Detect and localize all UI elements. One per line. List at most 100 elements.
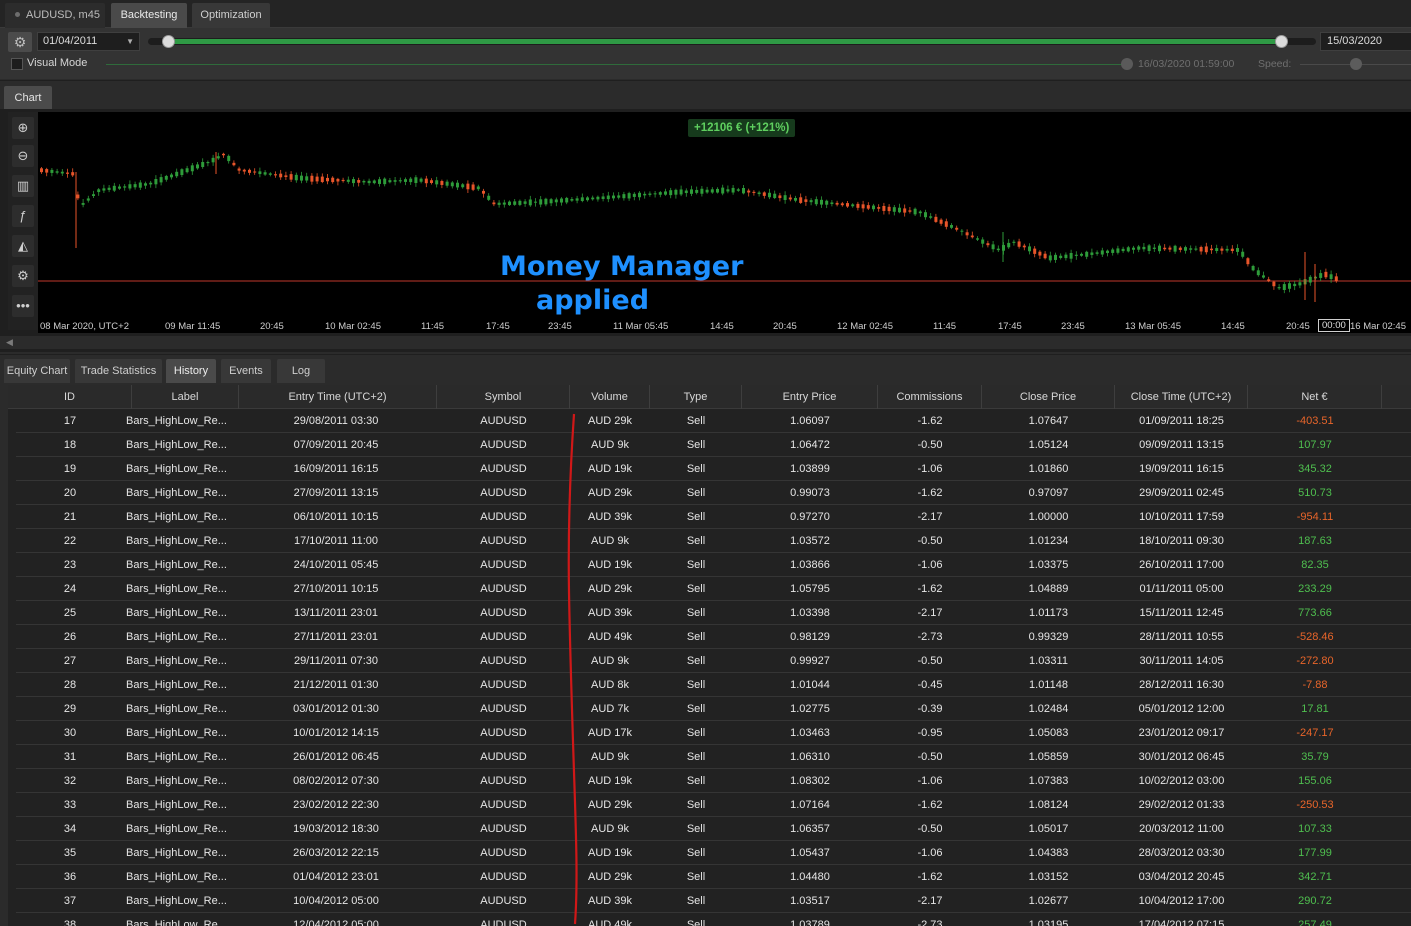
tab-equity-chart[interactable]: Equity Chart <box>4 359 70 383</box>
chevron-down-icon[interactable]: ▼ <box>126 33 134 50</box>
table-cell: -0.45 <box>917 679 943 691</box>
speed-handle[interactable] <box>1350 58 1362 70</box>
table-cell: 107.97 <box>1298 439 1332 451</box>
visual-mode-checkbox[interactable] <box>11 58 23 70</box>
table-cell: Sell <box>686 463 706 475</box>
table-cell: 1.01148 <box>1029 679 1068 691</box>
table-row[interactable]: 21 Bars_HighLow_Re... 06/10/2011 10:15 AUDU… <box>16 505 1411 529</box>
candle-body <box>887 206 891 212</box>
column-header[interactable]: Commissions <box>878 385 982 409</box>
table-cell: 0.97097 <box>1028 487 1069 499</box>
tab-optimization[interactable]: Optimization <box>192 3 270 28</box>
tab-chart[interactable]: Chart <box>4 86 52 110</box>
range-start-handle[interactable] <box>162 35 175 48</box>
candle-body <box>1126 247 1130 252</box>
table-cell: 01/04/2012 23:01 <box>293 871 379 883</box>
table-row[interactable]: 23 Bars_HighLow_Re... 24/10/2011 05:45 AUDU… <box>16 553 1411 577</box>
candle-body <box>144 183 147 186</box>
table-row[interactable]: 20 Bars_HighLow_Re... 27/09/2011 13:15 AUDU… <box>16 481 1411 505</box>
visual-mode-label: Visual Mode <box>27 57 88 69</box>
column-header[interactable]: Entry Price <box>742 385 878 409</box>
candle-body <box>970 235 974 238</box>
table-row[interactable]: 34 Bars_HighLow_Re... 19/03/2012 18:30 AUDU… <box>16 817 1411 841</box>
candle-body <box>716 188 719 193</box>
table-row[interactable]: 37 Bars_HighLow_Re... 10/04/2012 05:00 AUDU… <box>16 889 1411 913</box>
candle-body <box>1267 279 1271 282</box>
column-header[interactable]: Type <box>650 385 742 409</box>
chart-settings-icon[interactable]: ⚙ <box>12 265 34 287</box>
table-row[interactable]: 17 Bars_HighLow_Re... 29/08/2011 03:30 AUDU… <box>16 409 1411 433</box>
tab-symbol[interactable]: AUDUSD, m45 <box>5 3 105 28</box>
table-cell: 1.01860 <box>1028 463 1069 475</box>
table-row[interactable]: 32 Bars_HighLow_Re... 08/02/2012 07:30 AUDU… <box>16 769 1411 793</box>
date-range-slider[interactable] <box>148 35 1316 48</box>
column-header[interactable]: Net € <box>1248 385 1382 409</box>
candle-body <box>268 173 272 175</box>
table-row[interactable]: 29 Bars_HighLow_Re... 03/01/2012 01:30 AUDU… <box>16 697 1411 721</box>
table-body: 17 Bars_HighLow_Re... 29/08/2011 03:30 AUDU… <box>16 409 1411 926</box>
zoom-out-icon[interactable]: ⊖ <box>12 145 34 167</box>
candlestick-icon[interactable]: ▥ <box>12 175 34 197</box>
table-cell: 1.02775 <box>790 703 830 715</box>
column-header[interactable]: Entry Time (UTC+2) <box>239 385 437 409</box>
table-row[interactable]: 27 Bars_HighLow_Re... 29/11/2011 07:30 AUDU… <box>16 649 1411 673</box>
table-row[interactable]: 30 Bars_HighLow_Re... 10/01/2012 14:15 AUDU… <box>16 721 1411 745</box>
column-header[interactable]: Close Time (UTC+2) <box>1115 385 1248 409</box>
column-header[interactable]: Close Price <box>982 385 1115 409</box>
table-cell: 19/03/2012 18:30 <box>293 823 379 835</box>
table-row[interactable]: 19 Bars_HighLow_Re... 16/09/2011 16:15 AUDU… <box>16 457 1411 481</box>
column-header[interactable]: Label <box>132 385 239 409</box>
backtest-period-bar: ⚙ 01/04/2011 ▼ 15/03/2020 Visual Mode 16… <box>0 28 1411 79</box>
table-row[interactable]: 31 Bars_HighLow_Re... 26/01/2012 06:45 AUDU… <box>16 745 1411 769</box>
candle-body <box>617 195 621 198</box>
candle-body <box>601 196 605 200</box>
range-end-handle[interactable] <box>1275 35 1288 48</box>
table-row[interactable]: 18 Bars_HighLow_Re... 07/09/2011 20:45 AUDU… <box>16 433 1411 457</box>
table-cell: Bars_HighLow_Re... <box>126 727 227 739</box>
table-row[interactable]: 22 Bars_HighLow_Re... 17/10/2011 11:00 AUDU… <box>16 529 1411 553</box>
drawing-tool-icon[interactable]: ◭ <box>12 235 34 257</box>
table-cell: 1.06357 <box>790 823 830 835</box>
table-row[interactable]: 24 Bars_HighLow_Re... 27/10/2011 10:15 AUDU… <box>16 577 1411 601</box>
table-row[interactable]: 26 Bars_HighLow_Re... 27/11/2011 23:01 AUDU… <box>16 625 1411 649</box>
candle-body <box>1204 246 1208 253</box>
table-row[interactable]: 33 Bars_HighLow_Re... 23/02/2012 22:30 AUDU… <box>16 793 1411 817</box>
table-row[interactable]: 25 Bars_HighLow_Re... 13/11/2011 23:01 AUDU… <box>16 601 1411 625</box>
table-cell: Bars_HighLow_Re... <box>126 775 227 787</box>
table-cell: -7.88 <box>1302 679 1328 691</box>
table-row[interactable]: 36 Bars_HighLow_Re... 01/04/2012 23:01 AUDU… <box>16 865 1411 889</box>
column-header[interactable]: ID <box>8 385 132 409</box>
top-tab-bar: AUDUSD, m45 Backtesting Optimization <box>0 0 1411 28</box>
candle-body <box>762 192 766 196</box>
settings-gear-icon[interactable]: ⚙ <box>8 32 32 52</box>
candle-body <box>1324 271 1328 278</box>
table-cell: -2.17 <box>917 895 943 907</box>
tab-trade-statistics[interactable]: Trade Statistics <box>75 359 162 383</box>
candle-body <box>284 175 288 177</box>
start-date-picker[interactable]: 01/04/2011 ▼ <box>37 32 140 51</box>
table-row[interactable]: 28 Bars_HighLow_Re... 21/12/2011 01:30 AUDU… <box>16 673 1411 697</box>
candle-body <box>357 180 361 183</box>
visual-progress-handle[interactable] <box>1121 58 1133 70</box>
more-options-icon[interactable]: ••• <box>12 295 34 317</box>
tab-events[interactable]: Events <box>221 359 271 383</box>
tab-history[interactable]: History <box>166 359 216 383</box>
price-chart[interactable]: +12106 € (+121%) Money Manager applied <box>38 112 1411 319</box>
zoom-in-icon[interactable]: ⊕ <box>12 117 34 139</box>
candle-body <box>1298 282 1302 286</box>
tab-log[interactable]: Log <box>277 359 325 383</box>
column-header[interactable]: Volume <box>570 385 650 409</box>
table-row[interactable]: 35 Bars_HighLow_Re... 26/03/2012 22:15 AUDU… <box>16 841 1411 865</box>
indicator-icon[interactable]: ƒ <box>12 205 34 227</box>
candle-body <box>300 175 303 181</box>
scroll-left-icon[interactable]: ◀ <box>6 337 13 348</box>
table-row[interactable]: 38 Bars_HighLow_Re... 12/04/2012 05:00 AUDU… <box>16 913 1411 926</box>
tab-backtesting[interactable]: Backtesting <box>111 3 187 28</box>
chart-scrollbar[interactable]: ◀ <box>0 336 1411 349</box>
candle-body <box>690 189 693 194</box>
column-header[interactable]: Symbol <box>437 385 570 409</box>
end-date-field[interactable]: 15/03/2020 <box>1320 32 1411 51</box>
table-cell: Bars_HighLow_Re... <box>126 799 227 811</box>
candle-body <box>289 174 293 180</box>
candle-body <box>1236 248 1239 252</box>
